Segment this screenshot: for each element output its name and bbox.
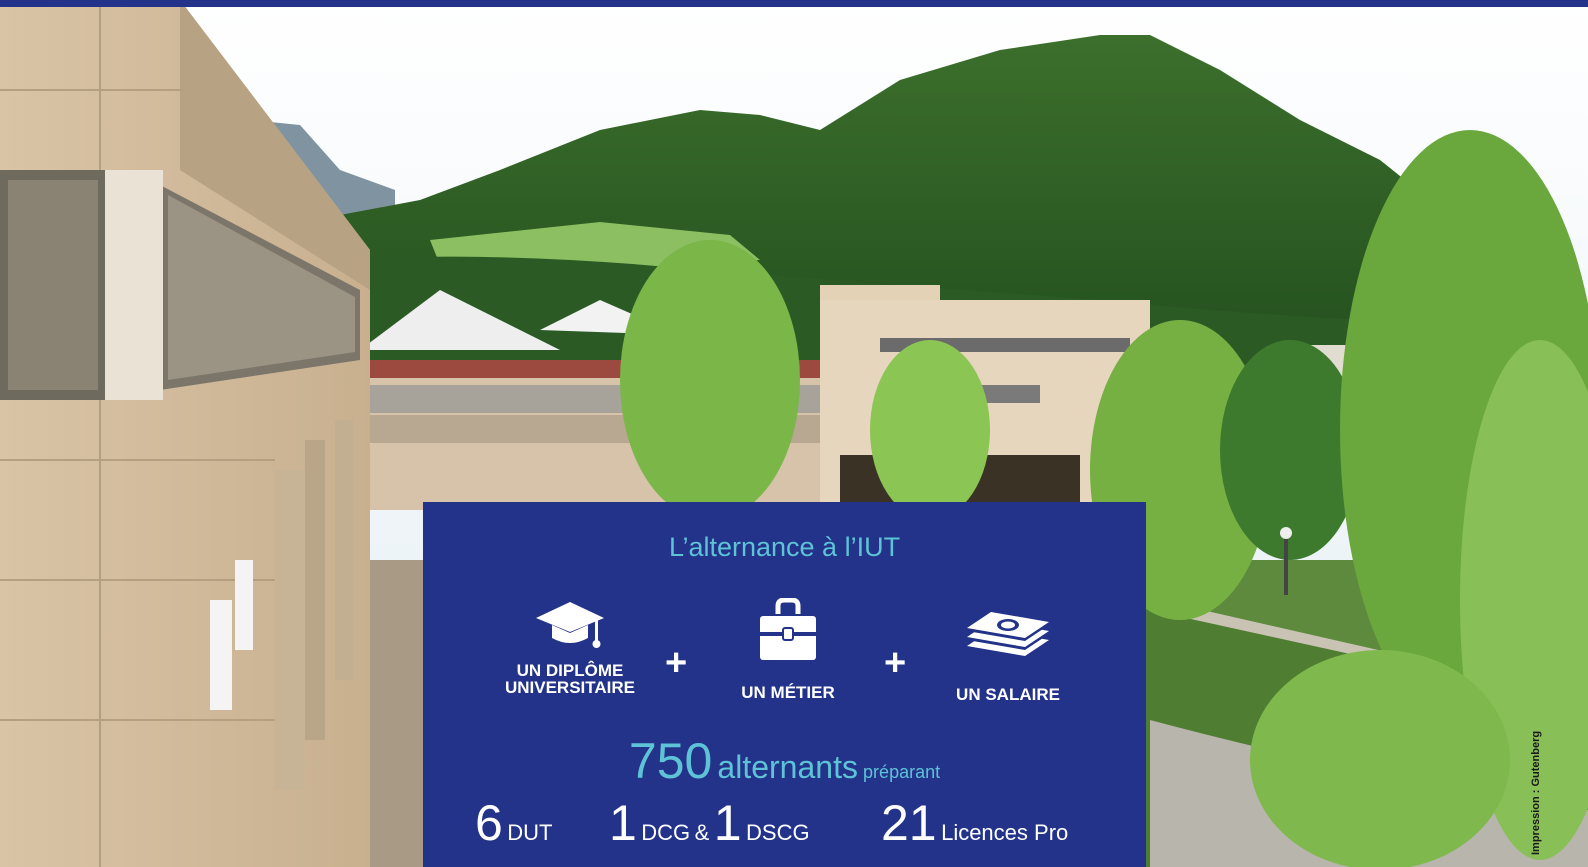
dscg-label: DSCG: [746, 820, 810, 845]
and-sign: &: [694, 820, 710, 845]
dut-count: 6: [475, 795, 503, 851]
feature-salary-label: UN SALAIRE: [956, 685, 1060, 704]
money-stack-icon: [967, 612, 1049, 656]
top-bar: [0, 0, 1588, 7]
feature-salary: UN SALAIRE: [928, 606, 1088, 703]
plus-sign-1: +: [665, 642, 688, 684]
graduation-cap-icon: [536, 602, 604, 648]
feature-diploma-label-2: UNIVERSITAIRE: [504, 678, 636, 697]
alternance-info-panel: L’alternance à l’IUT UN DIPLÔME UNIVERSI…: [423, 502, 1146, 867]
briefcase-icon: [760, 598, 816, 660]
lp-label: Licences Pro: [941, 820, 1069, 845]
plus-sign-2: +: [884, 642, 907, 684]
alternants-stat: 750 alternants préparant: [423, 732, 1146, 790]
program-dut: 6 DUT: [475, 795, 552, 851]
alternants-count: 750: [628, 733, 713, 789]
dut-label: DUT: [507, 820, 553, 845]
feature-job: UN MÉTIER: [713, 598, 863, 701]
alternants-label: alternants: [717, 749, 858, 785]
dscg-count: 1: [713, 795, 742, 851]
program-licences-pro: 21 Licences Pro: [881, 795, 1068, 851]
alternants-suffix: préparant: [863, 762, 941, 782]
feature-job-label: UN MÉTIER: [741, 683, 835, 702]
panel-title: L’alternance à l’IUT: [668, 532, 901, 562]
feature-diploma-label-1: UN DIPLÔME: [516, 661, 624, 680]
dcg-label: DCG: [641, 820, 691, 845]
feature-diploma: UN DIPLÔME UNIVERSITAIRE: [475, 600, 665, 696]
dcg-count: 1: [609, 795, 637, 851]
program-dcg-dscg: 1 DCG & 1 DSCG: [609, 795, 810, 851]
print-credit: Impression : Gutenberg: [1530, 730, 1542, 855]
lp-count: 21: [881, 795, 937, 851]
